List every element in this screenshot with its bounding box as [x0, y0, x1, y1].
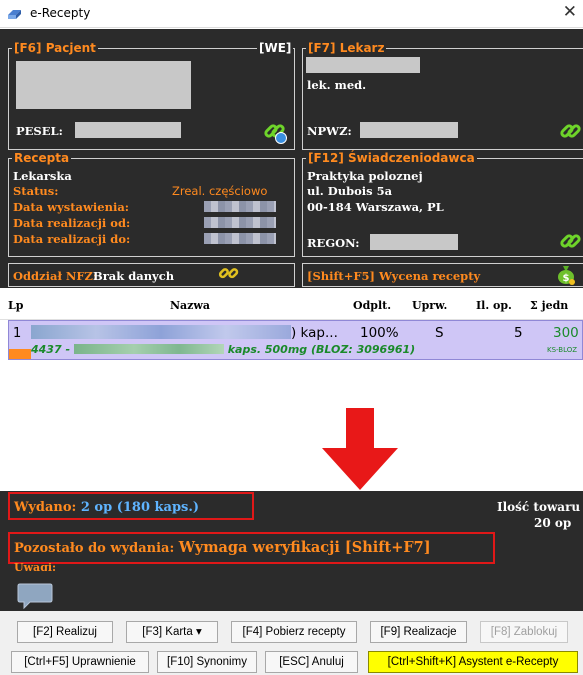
karta-button[interactable]: [F3] Karta ▾: [126, 621, 218, 643]
svg-text:$: $: [563, 273, 570, 284]
pozostalo-label: Pozostało do wydania: Wymaga weryfikacji…: [14, 539, 431, 556]
wydano-label: Wydano: 2 op (180 kaps.): [14, 500, 200, 515]
prescription-header-panel: [F6] Pacjent [WE] PESEL: [F7] Lekarz lek…: [0, 29, 583, 288]
chain-link-icon[interactable]: [558, 119, 583, 145]
provider-address2: 00-184 Warszawa, PL: [307, 200, 444, 214]
row-odplatnosc: 100%: [360, 325, 399, 341]
patient-legend[interactable]: [F6] Pacjent: [12, 41, 98, 55]
row-ilosc-op: 5: [514, 325, 523, 341]
data-wystawienia-redacted: [204, 201, 276, 212]
money-bag-icon[interactable]: $: [556, 263, 576, 285]
ks-bloz-badge: KS-BLOZ: [547, 346, 578, 354]
broken-link-icon[interactable]: [218, 263, 240, 285]
patient-name-redacted: [16, 61, 191, 109]
drug-details-redacted: [73, 344, 224, 354]
doctor-name-redacted: [306, 57, 420, 73]
data-wystawienia-label: Data wystawienia:: [13, 200, 130, 214]
anuluj-button[interactable]: [ESC] Anuluj: [265, 651, 358, 673]
data-realizacji-do-label: Data realizacji do:: [13, 232, 131, 246]
synonimy-button[interactable]: [F10] Synonimy: [157, 651, 257, 673]
down-arrow-icon: [322, 408, 398, 490]
asystent-erecepty-button[interactable]: [Ctrl+Shift+K] Asystent e-Recepty: [368, 651, 578, 673]
row-drug-details: 4437 - kaps. 500mg (BLOZ: 3096961): [31, 343, 416, 356]
prescription-app-icon: [8, 10, 21, 19]
uwagi-label: Uwagi:: [14, 563, 57, 571]
drug-name-redacted: [31, 325, 291, 339]
zablokuj-button[interactable]: [F8] Zablokuj: [480, 621, 568, 643]
col-suma-jedn[interactable]: Σ jedn: [530, 299, 568, 312]
realizacje-button[interactable]: [F9] Realizacje: [370, 621, 467, 643]
doctor-legend[interactable]: [F7] Lekarz: [306, 41, 387, 55]
ilosc-towaru-value: 20 op: [534, 516, 572, 530]
status-value: Zreal. częściowo: [172, 184, 268, 198]
wycena-label: [Shift+F5] Wycena recepty: [307, 269, 481, 283]
pesel-label: PESEL:: [16, 124, 63, 138]
close-icon[interactable]: ✕: [563, 2, 577, 22]
ilosc-towaru-label: Ilość towaru: [497, 500, 581, 514]
provider-legend[interactable]: [F12] Świadczeniodawca: [306, 151, 477, 165]
pobierz-recepty-button[interactable]: [F4] Pobierz recepty: [231, 621, 357, 643]
title-bar: e-Recepty ✕: [0, 0, 583, 28]
table-row[interactable]: 1 ) kap... 100% S 5 300 4437 - kaps. 500…: [8, 320, 583, 360]
regon-label: REGON:: [307, 236, 360, 250]
pesel-value-redacted: [75, 122, 181, 138]
patient-we-label[interactable]: [WE]: [257, 41, 294, 55]
row-uprawnienie: S: [435, 325, 444, 341]
chat-bubble-icon[interactable]: [16, 582, 54, 610]
row-lp: 1: [13, 326, 22, 341]
provider-address1: ul. Dubois 5a: [307, 184, 393, 198]
realizuj-button[interactable]: [F2] Realizuj: [17, 621, 113, 643]
row-suma-jedn: 300: [553, 325, 579, 341]
items-table-header: Lp Nazwa Odplt. Uprw. Il. op. Σ jedn: [0, 288, 583, 320]
data-realizacji-do-redacted: [204, 233, 276, 244]
wydano-value: 2 op (180 kaps.): [80, 500, 200, 515]
chain-link-icon[interactable]: [558, 229, 583, 255]
doctor-title: lek. med.: [307, 78, 367, 92]
row-status-marker: [9, 349, 31, 359]
uprawnienie-button[interactable]: [Ctrl+F5] Uprawnienie: [11, 651, 149, 673]
button-bar: [F2] Realizuj [F3] Karta ▾ [F4] Pobierz …: [0, 611, 583, 675]
col-lp[interactable]: Lp: [8, 299, 23, 312]
pozostalo-value: Wymaga weryfikacji [Shift+F7]: [178, 539, 431, 556]
prescription-type: Lekarska: [13, 169, 72, 183]
nfz-value: Brak danych: [93, 269, 175, 283]
col-il-op[interactable]: Il. op.: [476, 299, 512, 312]
col-uprw[interactable]: Uprw.: [412, 299, 447, 312]
prescription-legend: Recepta: [12, 151, 72, 165]
npwz-label: NPWZ:: [307, 124, 352, 138]
regon-value-redacted: [370, 234, 458, 250]
row-drug-name: ) kap...: [31, 325, 338, 341]
status-label: Status:: [13, 184, 59, 198]
provider-name: Praktyka poloznej: [307, 169, 423, 183]
nfz-label: Oddział NFZ:: [13, 269, 98, 283]
window-title: e-Recepty: [30, 6, 91, 20]
col-nazwa[interactable]: Nazwa: [170, 299, 210, 312]
npwz-value-redacted: [360, 122, 458, 138]
chain-link-icon[interactable]: [262, 119, 288, 145]
col-odplt[interactable]: Odplt.: [353, 299, 391, 312]
data-realizacji-od-redacted: [204, 217, 276, 228]
data-realizacji-od-label: Data realizacji od:: [13, 216, 131, 230]
